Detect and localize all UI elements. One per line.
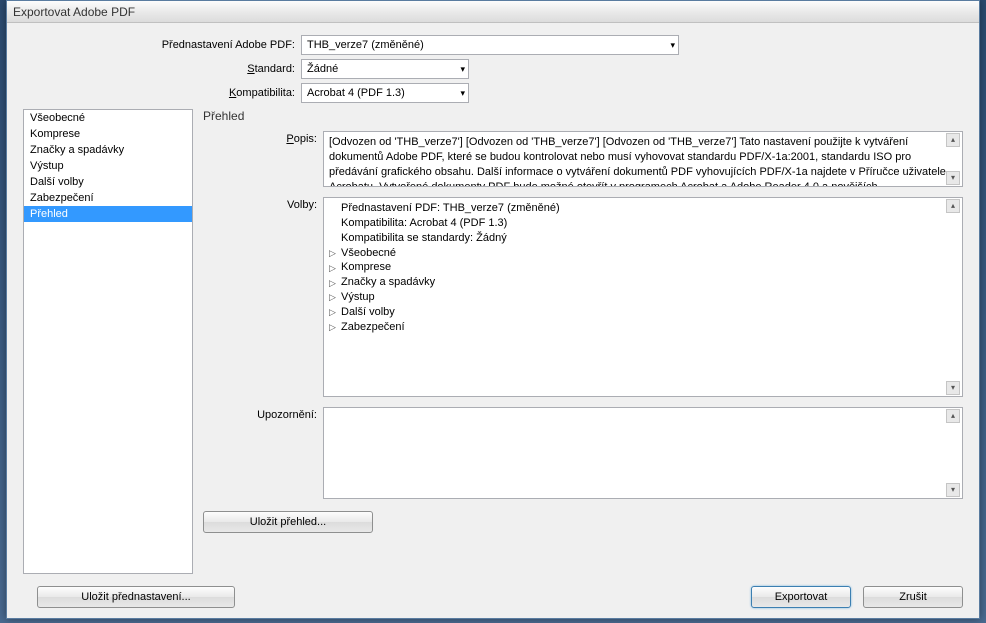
scroll-up-icon[interactable]: ▴ — [946, 199, 960, 213]
upozorneni-block: Upozornění: ▴ ▾ — [203, 407, 963, 499]
scroll-up-icon[interactable]: ▴ — [946, 409, 960, 423]
triangle-right-icon: ▷ — [329, 247, 337, 259]
footer: Uložit přednastavení... Exportovat Zruši… — [23, 586, 963, 608]
tree-item-zabezpeceni[interactable]: ▷Zabezpečení — [329, 320, 944, 335]
triangle-right-icon: ▷ — [329, 262, 337, 274]
triangle-right-icon: ▷ — [329, 306, 337, 318]
triangle-right-icon: ▷ — [329, 321, 337, 333]
triangle-right-icon: ▷ — [329, 291, 337, 303]
cancel-button[interactable]: Zrušit — [863, 586, 963, 608]
standard-combo[interactable]: Žádné ▾ — [301, 59, 469, 79]
main-area: Všeobecné Komprese Značky a spadávky Výs… — [23, 109, 963, 574]
volby-label: Volby: — [203, 197, 323, 397]
sidebar-item-komprese[interactable]: Komprese — [24, 126, 192, 142]
standard-value: Žádné — [307, 63, 338, 75]
scroll-down-icon[interactable]: ▾ — [946, 483, 960, 497]
chevron-down-icon: ▾ — [460, 88, 465, 99]
tree-item-komprese[interactable]: ▷Komprese — [329, 260, 944, 275]
tree-item-vystup[interactable]: ▷Výstup — [329, 290, 944, 305]
chevron-down-icon: ▾ — [460, 64, 465, 75]
tree-item-dalsi[interactable]: ▷Další volby — [329, 305, 944, 320]
scroll-down-icon[interactable]: ▾ — [946, 381, 960, 395]
save-preset-button[interactable]: Uložit přednastavení... — [37, 586, 235, 608]
sidebar-item-dalsi[interactable]: Další volby — [24, 174, 192, 190]
sidebar-item-zabezpeceni[interactable]: Zabezpečení — [24, 190, 192, 206]
triangle-right-icon: ▷ — [329, 277, 337, 289]
preset-label: Přednastavení Adobe PDF: — [23, 39, 301, 51]
titlebar: Exportovat Adobe PDF — [7, 1, 979, 23]
right-panel: Přehled Popis: [Odvozen od 'THB_verze7']… — [203, 109, 963, 574]
upozorneni-textbox[interactable]: ▴ ▾ — [323, 407, 963, 499]
sidebar-item-prehled[interactable]: Přehled — [24, 206, 192, 222]
volby-block: Volby: Přednastavení PDF: THB_verze7 (zm… — [203, 197, 963, 397]
standard-label: Standard: — [23, 63, 301, 75]
sidebar-item-vystup[interactable]: Výstup — [24, 158, 192, 174]
volby-line: Kompatibilita se standardy: Žádný — [329, 231, 944, 246]
scroll-down-icon[interactable]: ▾ — [946, 171, 960, 185]
popis-text: [Odvozen od 'THB_verze7'] [Odvozen od 'T… — [329, 136, 946, 187]
chevron-down-icon: ▾ — [670, 40, 675, 51]
sidebar: Všeobecné Komprese Značky a spadávky Výs… — [23, 109, 193, 574]
popis-block: Popis: [Odvozen od 'THB_verze7'] [Odvoze… — [203, 131, 963, 187]
tree-item-znacky[interactable]: ▷Značky a spadávky — [329, 275, 944, 290]
compat-value: Acrobat 4 (PDF 1.3) — [307, 87, 405, 99]
panel-title: Přehled — [203, 109, 963, 123]
top-form: Přednastavení Adobe PDF: THB_verze7 (změ… — [23, 35, 963, 103]
preset-value: THB_verze7 (změněné) — [307, 39, 424, 51]
preset-combo[interactable]: THB_verze7 (změněné) ▾ — [301, 35, 679, 55]
sidebar-item-vseobecne[interactable]: Všeobecné — [24, 110, 192, 126]
save-summary-row: Uložit přehled... — [203, 511, 963, 533]
compat-combo[interactable]: Acrobat 4 (PDF 1.3) ▾ — [301, 83, 469, 103]
compat-label: Kompatibilita: — [23, 87, 301, 99]
window-title: Exportovat Adobe PDF — [13, 5, 135, 19]
upozorneni-label: Upozornění: — [203, 407, 323, 499]
volby-line: Přednastavení PDF: THB_verze7 (změněné) — [329, 201, 944, 216]
export-button[interactable]: Exportovat — [751, 586, 851, 608]
sidebar-item-znacky[interactable]: Značky a spadávky — [24, 142, 192, 158]
save-summary-button[interactable]: Uložit přehled... — [203, 511, 373, 533]
dialog-window: Exportovat Adobe PDF Přednastavení Adobe… — [6, 0, 980, 619]
volby-line: Kompatibilita: Acrobat 4 (PDF 1.3) — [329, 216, 944, 231]
popis-textbox[interactable]: [Odvozen od 'THB_verze7'] [Odvozen od 'T… — [323, 131, 963, 187]
popis-label: Popis: — [203, 131, 323, 187]
dialog-content: Přednastavení Adobe PDF: THB_verze7 (změ… — [7, 23, 979, 618]
tree-item-vseobecne[interactable]: ▷Všeobecné — [329, 246, 944, 261]
scroll-up-icon[interactable]: ▴ — [946, 133, 960, 147]
volby-textbox[interactable]: Přednastavení PDF: THB_verze7 (změněné) … — [323, 197, 963, 397]
